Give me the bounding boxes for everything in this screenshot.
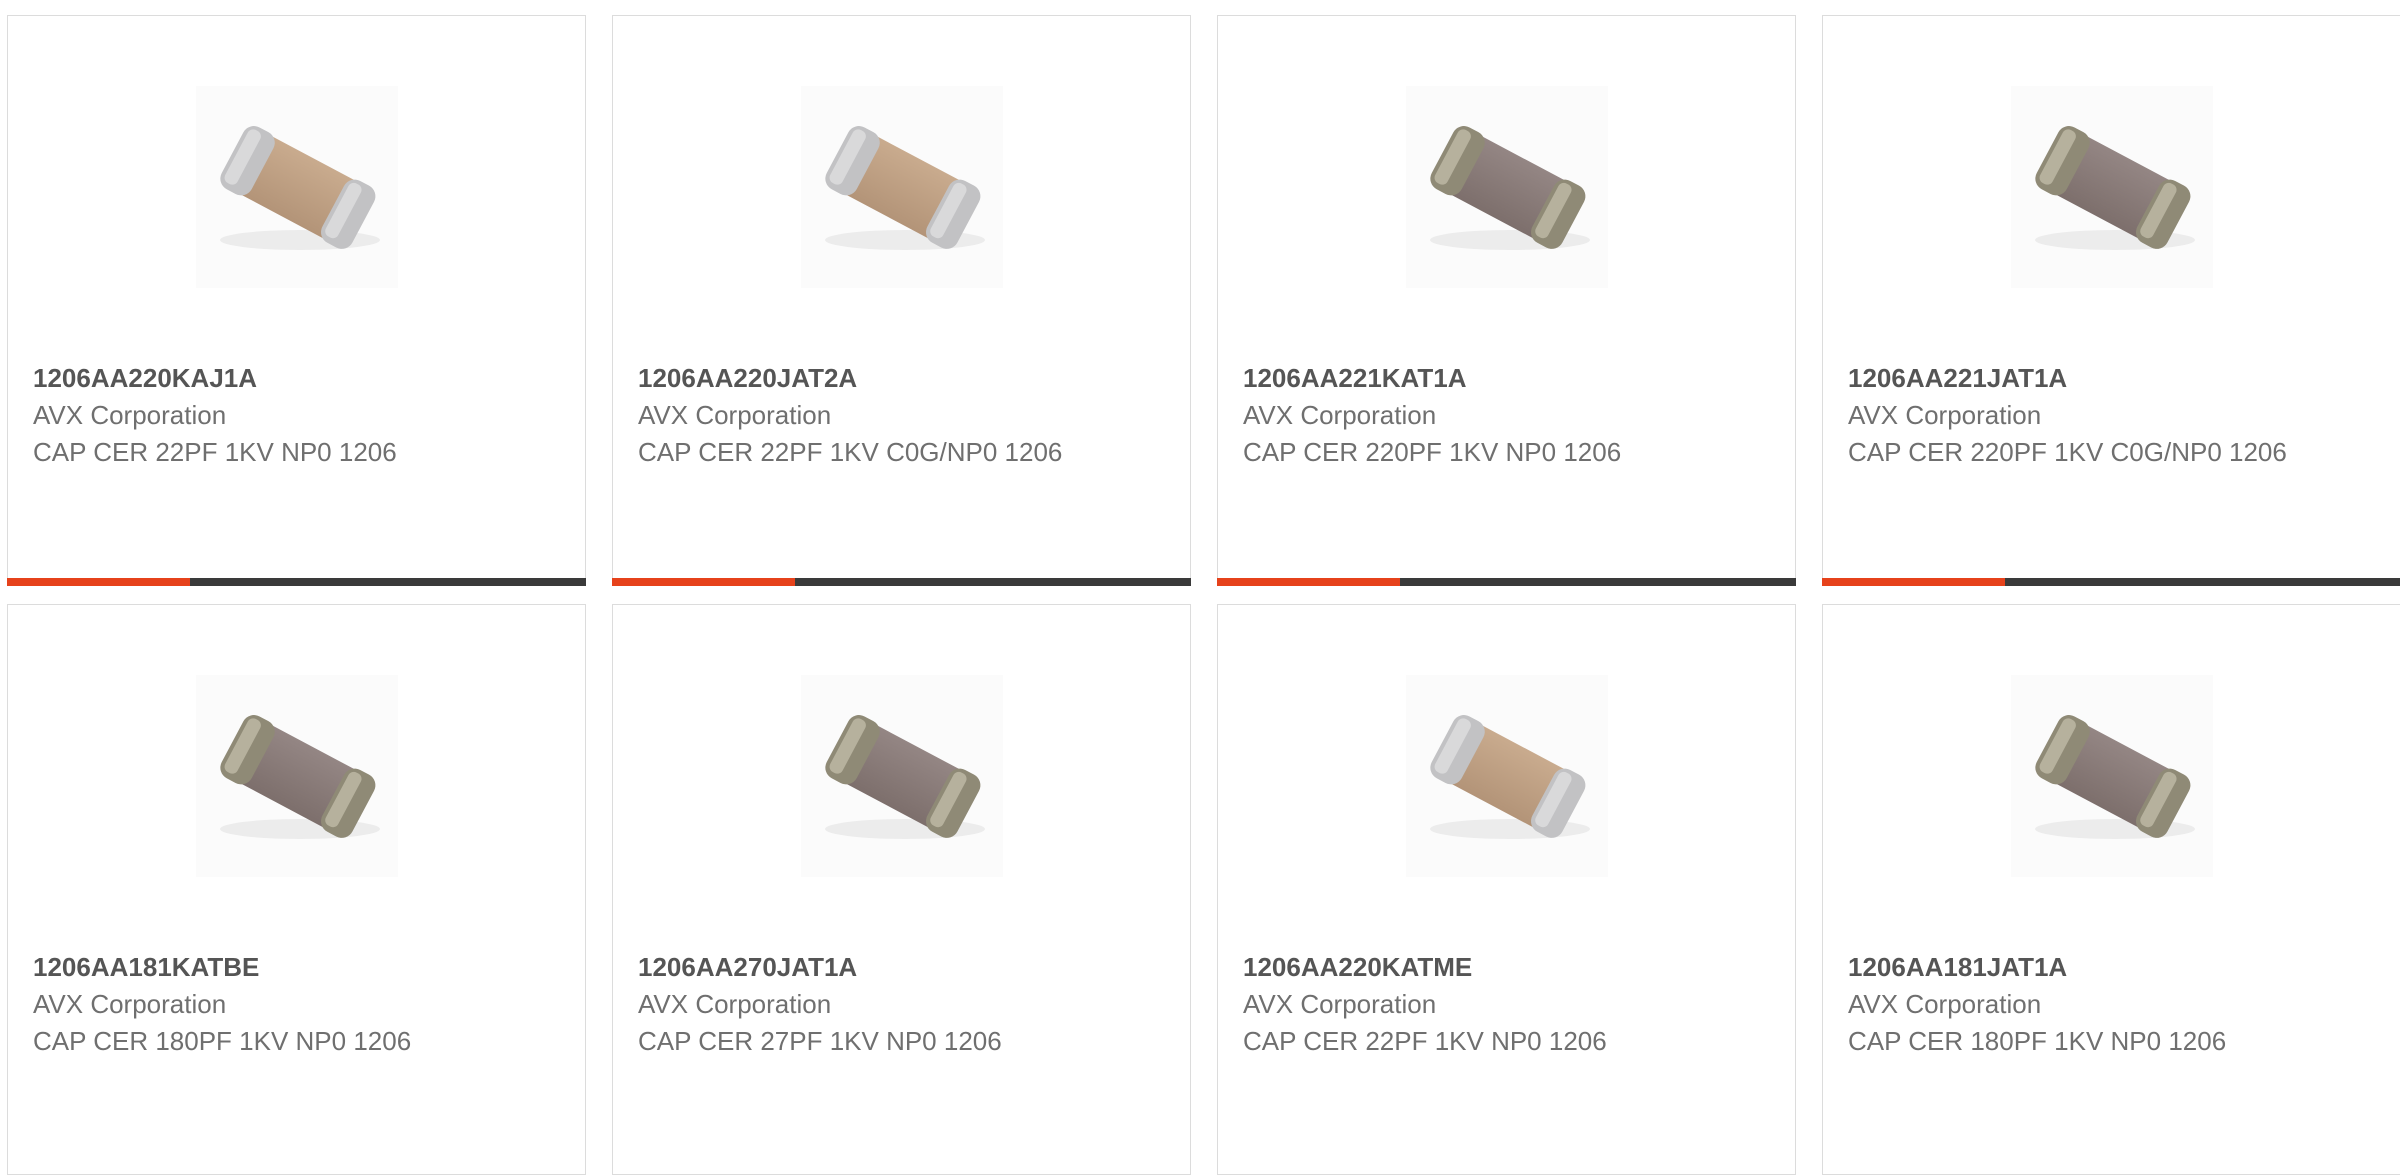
product-description: CAP CER 180PF 1KV NP0 1206 — [1848, 1026, 2227, 1056]
product-card[interactable]: 1206AA221JAT1A AVX Corporation CAP CER 2… — [1822, 15, 2400, 586]
ceramic-capacitor-dark-icon — [2035, 126, 2195, 250]
card-footer-bar — [1217, 578, 1796, 586]
manufacturer-name: AVX Corporation — [1848, 400, 2042, 430]
ceramic-capacitor-tan-icon — [825, 126, 985, 250]
part-number-link[interactable]: 1206AA220JAT2A — [638, 359, 1078, 397]
product-card[interactable]: 1206AA181JAT1A AVX Corporation CAP CER 1… — [1822, 604, 2400, 1175]
product-image[interactable] — [1406, 86, 1608, 288]
product-description: CAP CER 180PF 1KV NP0 1206 — [33, 1026, 412, 1056]
product-description: CAP CER 220PF 1KV C0G/NP0 1206 — [1848, 437, 2287, 467]
product-image[interactable] — [801, 675, 1003, 877]
part-number-link[interactable]: 1206AA220KATME — [1243, 948, 1683, 986]
accent-bar — [1822, 578, 2005, 586]
part-number-link[interactable]: 1206AA220KAJ1A — [33, 359, 473, 397]
part-number-link[interactable]: 1206AA181JAT1A — [1848, 948, 2288, 986]
ceramic-capacitor-dark-icon — [1430, 126, 1590, 250]
manufacturer-name: AVX Corporation — [33, 400, 227, 430]
accent-bar — [7, 578, 190, 586]
accent-bar — [1217, 578, 1400, 586]
product-card[interactable]: 1206AA220KATME AVX Corporation CAP CER 2… — [1217, 604, 1796, 1175]
part-number-link[interactable]: 1206AA270JAT1A — [638, 948, 1078, 986]
product-grid: 1206AA220KAJ1A AVX Corporation CAP CER 2… — [7, 15, 2400, 1175]
product-image[interactable] — [1406, 675, 1608, 877]
ceramic-capacitor-tan-icon — [220, 126, 380, 250]
manufacturer-name: AVX Corporation — [33, 989, 227, 1019]
part-number-link[interactable]: 1206AA181KATBE — [33, 948, 473, 986]
ceramic-capacitor-dark-icon — [825, 715, 985, 839]
part-number-link[interactable]: 1206AA221JAT1A — [1848, 359, 2288, 397]
card-footer-bar — [612, 578, 1191, 586]
product-image[interactable] — [2011, 86, 2213, 288]
product-description: CAP CER 22PF 1KV C0G/NP0 1206 — [638, 437, 1063, 467]
product-card[interactable]: 1206AA220JAT2A AVX Corporation CAP CER 2… — [612, 15, 1191, 586]
product-image[interactable] — [196, 86, 398, 288]
product-description: CAP CER 22PF 1KV NP0 1206 — [1243, 1026, 1607, 1056]
product-card[interactable]: 1206AA220KAJ1A AVX Corporation CAP CER 2… — [7, 15, 586, 586]
product-card[interactable]: 1206AA270JAT1A AVX Corporation CAP CER 2… — [612, 604, 1191, 1175]
accent-bar — [612, 578, 795, 586]
manufacturer-name: AVX Corporation — [638, 400, 832, 430]
part-number-link[interactable]: 1206AA221KAT1A — [1243, 359, 1683, 397]
product-image[interactable] — [2011, 675, 2213, 877]
product-image[interactable] — [801, 86, 1003, 288]
manufacturer-name: AVX Corporation — [1243, 400, 1437, 430]
product-image[interactable] — [196, 675, 398, 877]
product-description: CAP CER 220PF 1KV NP0 1206 — [1243, 437, 1622, 467]
product-description: CAP CER 27PF 1KV NP0 1206 — [638, 1026, 1002, 1056]
ceramic-capacitor-dark-icon — [220, 715, 380, 839]
product-card[interactable]: 1206AA221KAT1A AVX Corporation CAP CER 2… — [1217, 15, 1796, 586]
ceramic-capacitor-tan-icon — [1430, 715, 1590, 839]
manufacturer-name: AVX Corporation — [1848, 989, 2042, 1019]
product-description: CAP CER 22PF 1KV NP0 1206 — [33, 437, 397, 467]
ceramic-capacitor-dark-icon — [2035, 715, 2195, 839]
manufacturer-name: AVX Corporation — [1243, 989, 1437, 1019]
manufacturer-name: AVX Corporation — [638, 989, 832, 1019]
card-footer-bar — [1822, 578, 2400, 586]
card-footer-bar — [7, 578, 586, 586]
product-card[interactable]: 1206AA181KATBE AVX Corporation CAP CER 1… — [7, 604, 586, 1175]
